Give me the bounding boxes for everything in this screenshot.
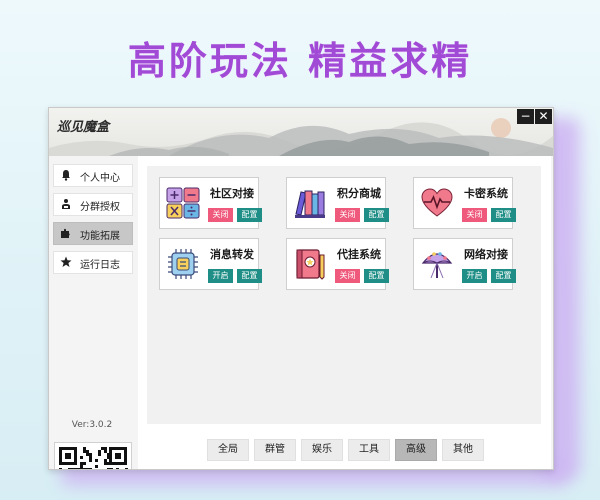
feature-card-hosting[interactable]: 代挂系统 关闭 配置	[286, 238, 389, 290]
feature-config-button[interactable]: 配置	[237, 269, 262, 283]
feature-config-button[interactable]: 配置	[237, 208, 262, 222]
sidebar-item-feature-extension[interactable]: 功能拓展	[53, 222, 133, 245]
feature-toggle-button[interactable]: 开启	[462, 269, 487, 283]
sidebar-item-label: 运行日志	[80, 260, 120, 271]
grid-calculator-icon	[166, 187, 200, 219]
feature-name: 社区对接	[210, 187, 254, 200]
category-tab-bar: 全局 群管 娱乐 工具 高级 其他	[138, 439, 551, 465]
promo-headline: 高阶玩法 精益求精	[127, 39, 473, 83]
feature-config-button[interactable]: 配置	[364, 269, 389, 283]
sidebar: 个人中心 分群授权 功能拓展 运行日志 Ver:3.0.2	[49, 156, 135, 469]
fan-icon	[421, 252, 453, 279]
tab-other[interactable]: 其他	[442, 439, 484, 461]
tab-advanced[interactable]: 高级	[395, 439, 437, 461]
qr-code[interactable]	[54, 442, 132, 469]
main-content: 社区对接 关闭 配置 积分商城 关闭 配置 卡密系统 关闭 配置 消息转发 开启…	[138, 156, 551, 469]
version-label: Ver:3.0.2	[71, 420, 113, 430]
feature-toggle-button[interactable]: 关闭	[335, 208, 360, 222]
sidebar-item-label: 功能拓展	[80, 231, 120, 242]
sidebar-item-label: 分群授权	[80, 202, 120, 213]
app-window: 巡见魔盒 − ✕ 个人中心 分群授权 功能拓展 运行日志 Ver:3.0.2 社…	[48, 107, 554, 470]
feature-name: 消息转发	[210, 248, 254, 261]
bell-icon	[62, 170, 70, 181]
people-icon	[62, 199, 70, 209]
minimize-button[interactable]: −	[517, 109, 534, 124]
sidebar-item-label: 个人中心	[80, 173, 120, 184]
close-button[interactable]: ✕	[535, 109, 552, 124]
feature-card-community[interactable]: 社区对接 关闭 配置	[159, 177, 262, 229]
feature-card-points-mall[interactable]: 积分商城 关闭 配置	[286, 177, 389, 229]
feature-toggle-button[interactable]: 关闭	[335, 269, 360, 283]
tab-global[interactable]: 全局	[207, 439, 249, 461]
feature-name: 代挂系统	[337, 248, 381, 261]
feature-card-card-key[interactable]: 卡密系统 关闭 配置	[413, 177, 516, 229]
puzzle-icon	[61, 228, 70, 238]
sidebar-item-personal-center[interactable]: 个人中心	[53, 164, 133, 187]
tab-group-management[interactable]: 群管	[254, 439, 296, 461]
chip-icon	[168, 249, 198, 279]
feature-toggle-button[interactable]: 关闭	[462, 208, 487, 222]
ink-landscape-banner	[49, 118, 553, 156]
feature-card-message-forward[interactable]: 消息转发 开启 配置	[159, 238, 262, 290]
title-bar[interactable]: 巡见魔盒 − ✕	[49, 108, 553, 156]
books-icon	[295, 190, 325, 218]
feature-panel: 社区对接 关闭 配置 积分商城 关闭 配置 卡密系统 关闭 配置 消息转发 开启…	[147, 166, 541, 424]
sidebar-item-run-log[interactable]: 运行日志	[53, 251, 133, 274]
tab-tools[interactable]: 工具	[348, 439, 390, 461]
sidebar-item-group-auth[interactable]: 分群授权	[53, 193, 133, 216]
feature-toggle-button[interactable]: 关闭	[208, 208, 233, 222]
feature-name: 卡密系统	[464, 187, 508, 200]
tab-entertainment[interactable]: 娱乐	[301, 439, 343, 461]
notebook-icon	[296, 249, 325, 280]
heart-pulse-icon	[421, 188, 453, 217]
feature-card-network[interactable]: 网络对接 开启 配置	[413, 238, 516, 290]
feature-config-button[interactable]: 配置	[491, 208, 516, 222]
feature-toggle-button[interactable]: 开启	[208, 269, 233, 283]
app-title: 巡见魔盒	[57, 120, 110, 135]
feature-name: 积分商城	[337, 187, 381, 200]
qr-code-image	[59, 447, 128, 469]
feature-config-button[interactable]: 配置	[364, 208, 389, 222]
star-icon	[60, 256, 72, 267]
feature-config-button[interactable]: 配置	[491, 269, 516, 283]
feature-name: 网络对接	[464, 248, 508, 261]
